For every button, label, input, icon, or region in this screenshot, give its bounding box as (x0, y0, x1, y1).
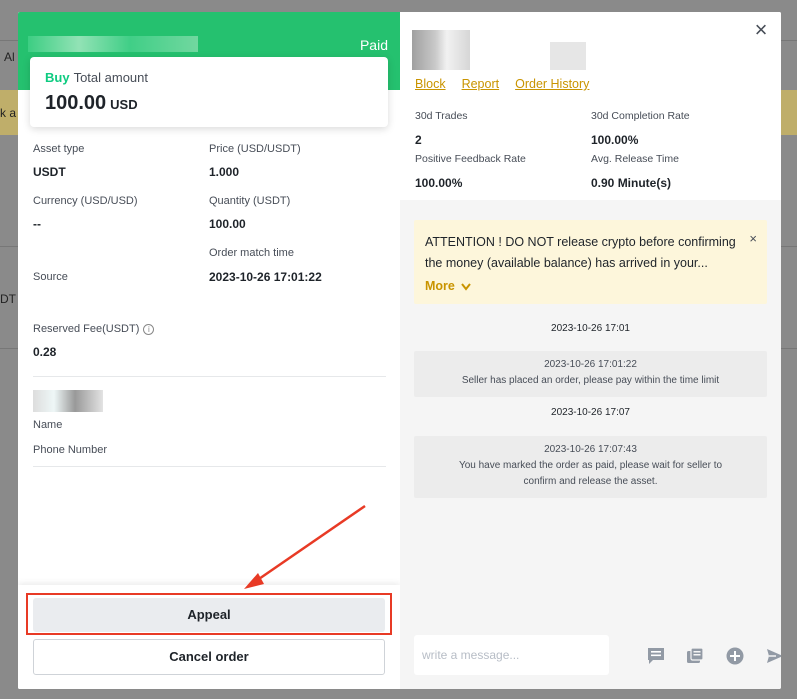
completion-value: 100.00% (591, 133, 639, 147)
total-amount-label: Buy Total amount (45, 70, 148, 85)
asset-type-value: USDT (33, 165, 66, 179)
source-label: Source (33, 271, 68, 283)
phone-label: Phone Number (33, 444, 107, 456)
message-input[interactable]: write a message... (414, 635, 609, 675)
plus-circle-icon[interactable] (725, 646, 745, 666)
bg-banner-right (779, 90, 797, 135)
amount-number: 100.00 (45, 92, 107, 114)
bg-text: Al (4, 50, 15, 64)
match-time-value: 2023-10-26 17:01:22 (209, 270, 322, 284)
release-label: Avg. Release Time (591, 153, 679, 165)
section-divider (33, 466, 386, 467)
chevron-down-icon (461, 283, 472, 291)
trades-label: 30d Trades (415, 110, 468, 122)
currency-value: -- (33, 217, 41, 231)
feedback-label: Positive Feedback Rate (415, 153, 526, 165)
release-value: 0.90 Minute(s) (591, 176, 672, 190)
system-message: 2023-10-26 17:07:43 You have marked the … (414, 436, 767, 498)
attention-more[interactable]: More (425, 276, 737, 297)
bg-text: k a (0, 106, 17, 120)
card-icon[interactable] (685, 646, 705, 666)
feedback-value: 100.00% (415, 176, 463, 190)
bg-text: DT (0, 292, 16, 306)
message-time: 2023-10-26 17:07:43 (544, 444, 637, 455)
blurred-payment-method (33, 390, 103, 412)
price-value: 1.000 (209, 165, 240, 179)
order-details-panel: Paid Buy Total amount 100.00 USD Asset typ… (18, 12, 400, 689)
action-button-area: Appeal Cancel order (18, 585, 400, 689)
quantity-label: Quantity (USDT) (209, 195, 291, 207)
close-icon[interactable]: × (751, 19, 771, 41)
reserved-fee-label: Reserved Fee(USDT) i (33, 323, 155, 335)
order-modal: Paid Buy Total amount 100.00 USD Asset typ… (18, 12, 781, 689)
match-time-label: Order match time (209, 247, 294, 259)
chat-timestamp: 2023-10-26 17:07 (551, 407, 630, 418)
close-icon[interactable]: × (749, 228, 757, 249)
counterparty-header: × Block Report Order History 30d Trades 2 … (400, 12, 781, 200)
info-icon[interactable]: i (143, 323, 155, 335)
message-time: 2023-10-26 17:01:22 (544, 359, 637, 370)
more-link[interactable]: More (425, 279, 455, 293)
quantity-value: 100.00 (209, 217, 246, 231)
order-status-label: Paid (359, 37, 388, 53)
attention-banner: ATTENTION ! DO NOT release crypto before… (414, 220, 767, 304)
section-divider (33, 376, 386, 377)
message-icon[interactable] (646, 646, 666, 666)
total-label: Total amount (73, 70, 148, 85)
attention-text: ATTENTION ! DO NOT release crypto before… (425, 235, 736, 270)
amount-currency: USD (110, 97, 138, 112)
message-text: Seller has placed an order, please pay w… (461, 375, 720, 386)
appeal-button[interactable]: Appeal (33, 598, 385, 632)
buy-label: Buy (45, 70, 70, 85)
blurred-avatar (412, 30, 470, 70)
blurred-counterparty-name (28, 36, 198, 52)
chat-panel: × Block Report Order History 30d Trades 2 … (400, 12, 781, 689)
name-label: Name (33, 419, 63, 431)
asset-type-label: Asset type (33, 143, 85, 155)
total-amount-value: 100.00 USD (45, 92, 138, 115)
trades-value: 2 (415, 133, 422, 147)
order-history-link[interactable]: Order History (515, 77, 589, 91)
price-label: Price (USD/USDT) (209, 143, 301, 155)
reserved-fee-value: 0.28 (33, 345, 57, 359)
blurred-username (550, 42, 586, 70)
report-link[interactable]: Report (462, 77, 500, 91)
send-icon[interactable] (765, 646, 781, 666)
message-text-line1: You have marked the order as paid, pleas… (458, 460, 723, 471)
message-text-line2: confirm and release the asset. (523, 476, 658, 487)
counterparty-links: Block Report Order History (415, 77, 605, 91)
reserved-fee-text: Reserved Fee(USDT) (33, 323, 140, 335)
total-amount-card: Buy Total amount 100.00 USD (30, 57, 388, 127)
chat-timestamp: 2023-10-26 17:01 (551, 323, 630, 334)
system-message: 2023-10-26 17:01:22 Seller has placed an… (414, 351, 767, 397)
block-link[interactable]: Block (415, 77, 446, 91)
currency-label: Currency (USD/USD) (33, 195, 138, 207)
completion-label: 30d Completion Rate (591, 110, 690, 122)
cancel-order-button[interactable]: Cancel order (33, 639, 385, 675)
